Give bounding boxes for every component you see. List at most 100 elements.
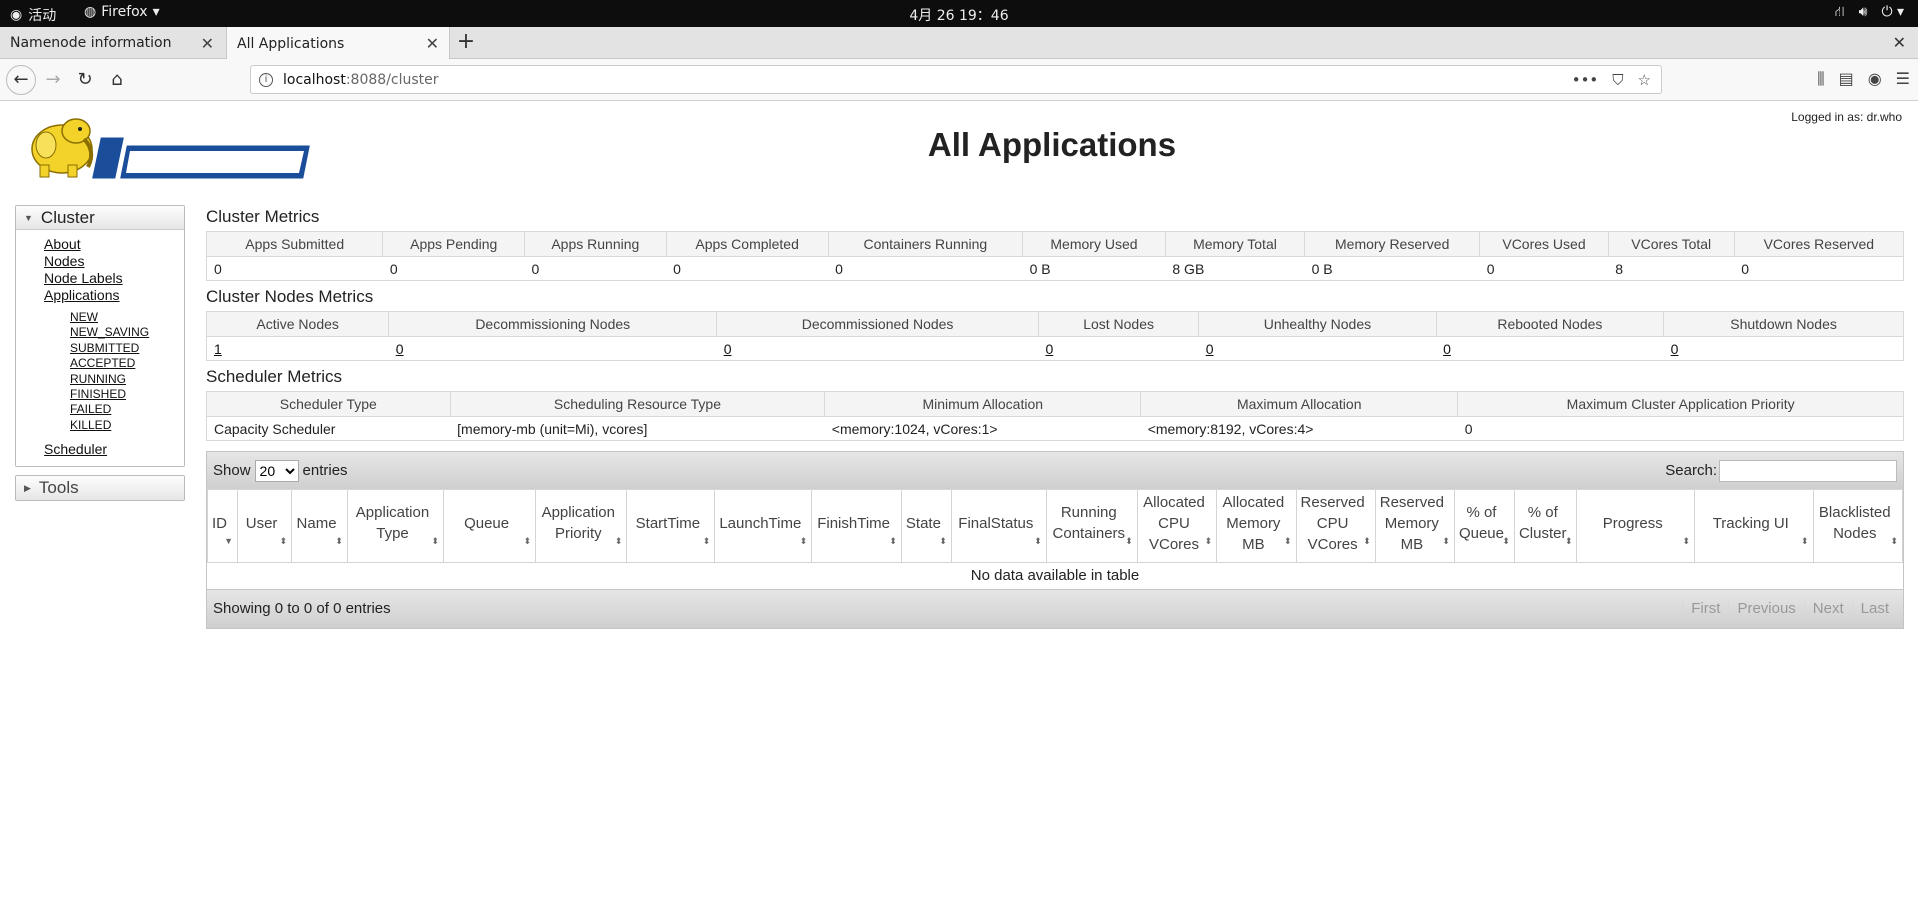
library-icon[interactable]: ⫼ <box>1817 69 1824 89</box>
column-header[interactable]: Reserved Memory MB ⬍ <box>1374 489 1455 563</box>
column-header[interactable]: Blacklisted Nodes ⬍ <box>1812 489 1904 563</box>
close-icon[interactable]: ✕ <box>201 34 214 53</box>
column-header[interactable]: LaunchTime ⬍ <box>714 489 813 563</box>
sidebar-state-new-saving[interactable]: NEW_SAVING <box>44 325 184 340</box>
entries-label: entries <box>302 462 348 479</box>
sidebar-link-scheduler[interactable]: Scheduler <box>44 441 184 458</box>
column-header[interactable]: Name ⬍ <box>291 489 348 563</box>
triangle-down-icon: ▼ <box>24 212 33 223</box>
column-header: Decommissioned Nodes <box>716 311 1039 337</box>
column-header[interactable]: Application Type ⬍ <box>346 489 445 563</box>
column-header-label: User <box>245 514 278 532</box>
sidebar-link-node-labels[interactable]: Node Labels <box>44 270 184 287</box>
column-header[interactable]: Reserved CPU VCores ⬍ <box>1295 489 1376 563</box>
sidebar-state-submitted[interactable]: SUBMITTED <box>44 341 184 356</box>
pocket-icon[interactable]: ⛉ <box>1612 71 1623 89</box>
node-count-link[interactable]: 0 <box>724 341 732 357</box>
pager-next-button[interactable]: Next <box>1803 600 1852 617</box>
pager-previous-button[interactable]: Previous <box>1728 600 1803 617</box>
column-header[interactable]: Application Priority ⬍ <box>535 489 628 563</box>
sidebar-icon[interactable]: ▤ <box>1839 69 1854 89</box>
node-count-link[interactable]: 0 <box>1045 341 1053 357</box>
column-header[interactable]: Progress ⬍ <box>1576 489 1696 563</box>
cluster-metrics-table: Apps Submitted Apps Pending Apps Running Ap… <box>205 231 1905 281</box>
sidebar-state-new[interactable]: NEW <box>44 310 184 325</box>
node-metrics-table: Active Nodes Decommissioning Nodes Decommi… <box>205 311 1904 361</box>
sidebar-state-killed[interactable]: KILLED <box>44 418 184 433</box>
column-header-label: Running Containers <box>1052 504 1126 542</box>
metric-cell: 0 <box>666 256 829 281</box>
column-header-label: % of Queue <box>1458 504 1504 542</box>
column-header[interactable]: FinishTime ⬍ <box>811 489 902 563</box>
reload-button[interactable]: ↻ <box>72 67 98 93</box>
column-header[interactable]: StartTime ⬍ <box>626 489 716 563</box>
search-input[interactable] <box>1719 459 1897 482</box>
sort-icon: ⬍ <box>1363 536 1371 546</box>
close-icon[interactable]: ✕ <box>426 34 439 53</box>
back-button[interactable]: ← <box>6 65 36 95</box>
column-header[interactable]: ID ▼ <box>207 489 238 563</box>
metric-cell: 0 <box>1198 336 1437 361</box>
tab-namenode[interactable]: Namenode information ✕ <box>0 27 224 59</box>
metric-cell: 0 <box>1436 336 1664 361</box>
column-header[interactable]: Allocated CPU VCores ⬍ <box>1136 489 1218 563</box>
tools-section-header[interactable]: ▶ Tools <box>16 476 184 501</box>
column-header: Scheduler Type <box>206 391 451 417</box>
column-header[interactable]: % of Cluster ⬍ <box>1513 489 1578 563</box>
sidebar-state-accepted[interactable]: ACCEPTED <box>44 356 184 371</box>
sidebar-state-finished[interactable]: FINISHED <box>44 387 184 402</box>
applications-table-wrapper: Show 20 entries Search: ID ▼ User ⬍ Name ⬍ App… <box>206 451 1904 629</box>
node-count-link[interactable]: 0 <box>1443 341 1451 357</box>
column-header[interactable]: % of Queue ⬍ <box>1453 489 1515 563</box>
column-header-label: ID <box>212 514 227 532</box>
column-header[interactable]: State ⬍ <box>900 489 952 563</box>
home-button[interactable]: ⌂ <box>104 67 130 93</box>
info-icon[interactable]: i <box>259 72 273 87</box>
pager-last-button[interactable]: Last <box>1851 600 1897 617</box>
sort-icon: ⬍ <box>279 536 288 546</box>
sidebar-link-about[interactable]: About <box>44 236 184 253</box>
main-content: Cluster Metrics Apps Submitted Apps Pendi… <box>205 205 1905 629</box>
tab-all-applications[interactable]: All Applications ✕ <box>226 27 450 60</box>
column-header[interactable]: Allocated Memory MB ⬍ <box>1216 489 1297 563</box>
sort-icon: ⬍ <box>799 536 808 546</box>
column-header[interactable]: Queue ⬍ <box>443 489 537 563</box>
clock[interactable]: 4月 26 19：46 <box>0 5 1918 25</box>
sidebar-state-running[interactable]: RUNNING <box>44 372 184 387</box>
page-size-select[interactable]: 20 <box>254 459 299 482</box>
column-header: Lost Nodes <box>1037 311 1200 337</box>
column-header: Apps Submitted <box>205 231 384 257</box>
node-count-link[interactable]: 0 <box>1671 341 1679 357</box>
column-header[interactable]: Running Containers ⬍ <box>1045 489 1138 563</box>
column-header[interactable]: FinalStatus ⬍ <box>950 489 1047 563</box>
column-header: VCores Reserved <box>1733 231 1905 257</box>
node-count-link[interactable]: 0 <box>396 341 404 357</box>
new-tab-button[interactable]: + <box>455 27 477 59</box>
column-header[interactable]: User ⬍ <box>236 489 293 563</box>
network-icon: ⛙ <box>1834 4 1845 20</box>
system-tray[interactable]: ⛙ 🔊︎ ⏻ ▾ <box>1835 4 1904 22</box>
scheduler-metrics-title: Scheduler Metrics <box>206 367 343 386</box>
tab-strip: Namenode information ✕ All Applications … <box>0 27 1918 60</box>
column-header[interactable]: Tracking UI ⬍ <box>1694 489 1814 563</box>
node-count-link[interactable]: 1 <box>214 341 222 357</box>
search-label: Search: <box>1665 462 1717 479</box>
node-count-link[interactable]: 0 <box>1206 341 1214 357</box>
bookmark-star-icon[interactable]: ☆ <box>1638 71 1651 89</box>
close-window-icon[interactable]: ✕ <box>1893 33 1906 52</box>
cluster-section: ▼ Cluster About Nodes Node Labels Applic… <box>15 205 185 468</box>
cluster-section-header[interactable]: ▼ Cluster <box>16 206 184 230</box>
sidebar-state-failed[interactable]: FAILED <box>44 402 184 417</box>
menu-icon[interactable]: ☰ <box>1896 69 1910 89</box>
sidebar-link-applications[interactable]: Applications <box>44 287 184 304</box>
column-header-label: FinishTime <box>817 514 890 532</box>
account-icon[interactable]: ◉ <box>1868 69 1882 89</box>
pager-first-button[interactable]: First <box>1682 600 1728 617</box>
column-header: Memory Used <box>1022 231 1166 257</box>
column-header-label: Allocated Memory MB <box>1222 493 1285 553</box>
forward-button[interactable]: → <box>40 67 66 93</box>
sidebar-link-nodes[interactable]: Nodes <box>44 253 184 270</box>
sort-icon: ⬍ <box>614 536 623 546</box>
page-actions-icon[interactable]: ••• <box>1572 71 1599 89</box>
url-bar[interactable]: i localhost:8088/cluster ••• ⛉ ☆ <box>250 65 1662 94</box>
